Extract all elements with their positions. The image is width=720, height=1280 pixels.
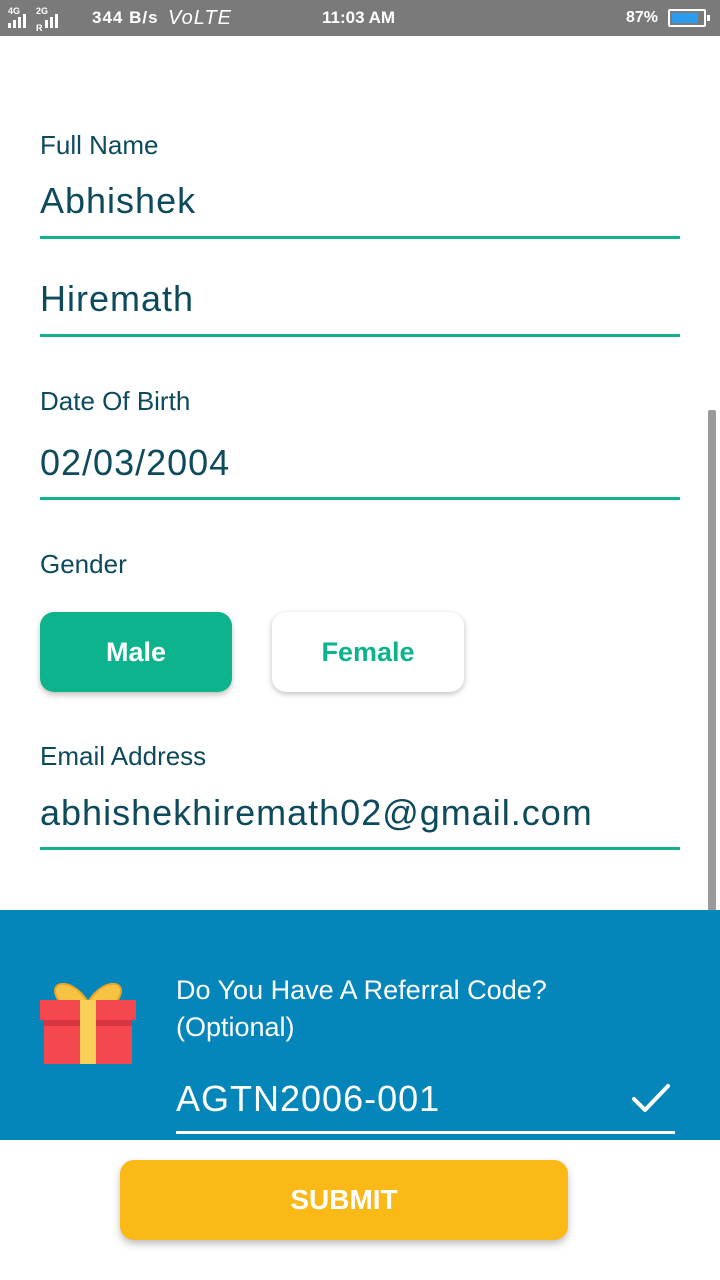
- gender-female-button[interactable]: Female: [272, 612, 464, 692]
- referral-code-field[interactable]: AGTN2006-001: [176, 1078, 675, 1134]
- first-name-value: Abhishek: [40, 180, 197, 221]
- network-type-2: 2G: [36, 6, 49, 16]
- check-icon: [631, 1082, 671, 1120]
- battery-icon: [668, 0, 710, 36]
- signal-2g-icon: 2G R: [36, 6, 58, 33]
- dob-field[interactable]: 02/03/2004: [40, 442, 680, 500]
- referral-question: Do You Have A Referral Code? (Optional): [176, 972, 547, 1046]
- referral-question-line2: (Optional): [176, 1012, 295, 1042]
- battery-percentage: 87%: [626, 9, 659, 26]
- submit-button[interactable]: SUBMIT: [120, 1160, 568, 1240]
- network-type-1: 4G: [8, 6, 21, 16]
- email-field[interactable]: abhishekhiremath02@gmail.com: [40, 792, 680, 850]
- last-name-field[interactable]: Hiremath: [40, 278, 680, 337]
- dob-label: Date Of Birth: [40, 386, 191, 416]
- gender-label: Gender: [40, 549, 127, 579]
- clock: 11:03 AM: [322, 8, 396, 27]
- email-value: abhishekhiremath02@gmail.com: [40, 792, 593, 833]
- volte-indicator: VoLTE: [168, 6, 232, 29]
- last-name-value: Hiremath: [40, 278, 195, 319]
- gender-male-button[interactable]: Male: [40, 612, 232, 692]
- referral-question-line1: Do You Have A Referral Code?: [176, 975, 547, 1005]
- roaming-indicator: R: [36, 23, 43, 33]
- referral-code-value: AGTN2006-001: [176, 1078, 441, 1119]
- status-bar: 4G 2G R 344 B/s VoLTE 11:03 AM 87%: [0, 0, 720, 36]
- gift-icon: [40, 972, 136, 1064]
- full-name-label: Full Name: [40, 130, 159, 160]
- signal-4g-icon: 4G: [8, 6, 26, 28]
- email-label: Email Address: [40, 741, 207, 771]
- signal-indicators: 4G 2G R: [8, 0, 58, 36]
- network-speed: 344 B/s: [92, 8, 159, 27]
- dob-value: 02/03/2004: [40, 442, 231, 483]
- battery-fill: [672, 13, 699, 23]
- first-name-field[interactable]: Abhishek: [40, 180, 680, 239]
- referral-section: Do You Have A Referral Code? (Optional) …: [0, 910, 720, 1140]
